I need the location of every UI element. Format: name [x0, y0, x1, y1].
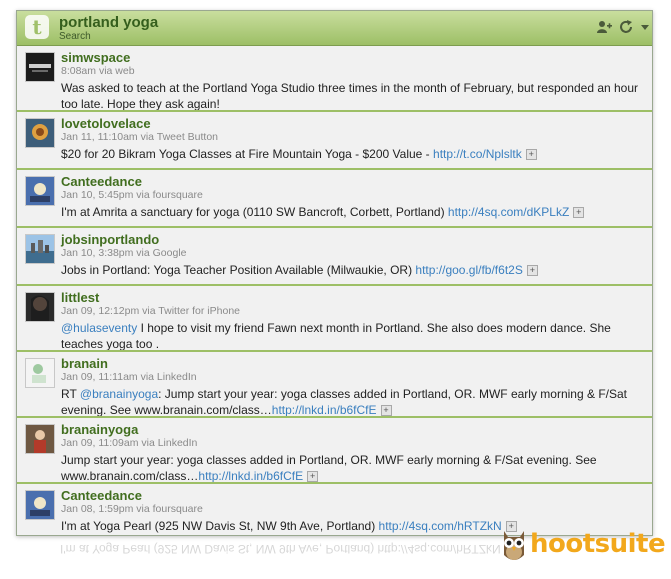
brand-name: hootsuite: [530, 529, 666, 559]
tweet-item[interactable]: Canteedance Jan 10, 5:45pm via foursquar…: [17, 170, 652, 228]
avatar[interactable]: [25, 234, 55, 264]
tweet-item[interactable]: simwspace 8:08am via web Was asked to te…: [17, 46, 652, 112]
tweet-text: $20 for 20 Bikram Yoga Classes at Fire M…: [61, 146, 642, 162]
search-column: t portland yoga Search simwspace 8:08am …: [16, 10, 653, 536]
tweet-text: I'm at Amrita a sanctuary for yoga (0110…: [61, 204, 642, 220]
tweet-username[interactable]: branainyoga: [61, 422, 642, 437]
tweet-meta: 8:08am via web: [61, 65, 135, 77]
expand-icon[interactable]: +: [307, 471, 319, 482]
column-title: portland yoga: [59, 14, 159, 31]
tweet-text: Was asked to teach at the Portland Yoga …: [61, 80, 642, 111]
tweet-message: I hope to visit my friend Fawn next mont…: [61, 321, 611, 351]
owl-icon: [504, 531, 524, 560]
tweet-text: Jobs in Portland: Yoga Teacher Position …: [61, 262, 642, 278]
twitter-bird-icon: t: [25, 15, 49, 39]
tweet-message: Was asked to teach at the Portland Yoga …: [61, 81, 639, 111]
tweet-username[interactable]: jobsinportlando: [61, 232, 642, 247]
dropdown-arrow-icon[interactable]: [640, 19, 650, 35]
tweet-item[interactable]: branain Jan 09, 11:11am via LinkedIn RT …: [17, 352, 652, 418]
column-header-actions: [596, 17, 650, 37]
avatar[interactable]: [25, 52, 55, 82]
reflection-text: I'm at Yoga Pearl (925 NW Davis St, NW 9…: [60, 542, 378, 556]
tweet-meta: Jan 09, 11:09am via LinkedIn: [61, 437, 198, 449]
expand-icon[interactable]: +: [525, 149, 537, 161]
tweet-message: Jobs in Portland: Yoga Teacher Position …: [61, 263, 416, 277]
tweet-link[interactable]: http://4sq.com/hRTZkN: [379, 519, 502, 533]
tweet-meta: Jan 08, 1:59pm via foursquare: [61, 503, 203, 515]
tweet-text: @hulaseventy I hope to visit my friend F…: [61, 320, 642, 351]
tweet-text: Jump start your year: yoga classes added…: [61, 452, 642, 483]
tweet-meta: Jan 10, 5:45pm via foursquare: [61, 189, 203, 201]
avatar[interactable]: [25, 358, 55, 388]
tweet-username[interactable]: lovetolovelace: [61, 116, 642, 131]
tweet-item[interactable]: littlest Jan 09, 12:12pm via Twitter for…: [17, 286, 652, 352]
hootsuite-logo: hootsuite: [500, 524, 666, 564]
avatar[interactable]: [25, 424, 55, 454]
tweet-mention[interactable]: @branainyoga: [80, 387, 158, 401]
tweet-link[interactable]: http://4sq.com/dKPLkZ: [448, 205, 569, 219]
tweet-item[interactable]: jobsinportlando Jan 10, 3:38pm via Googl…: [17, 228, 652, 286]
tweet-username[interactable]: simwspace: [61, 50, 642, 65]
tweet-message: $20 for 20 Bikram Yoga Classes at Fire M…: [61, 147, 434, 161]
tweet-prefix: RT: [61, 387, 80, 401]
avatar[interactable]: [25, 490, 55, 520]
column-subtitle: Search: [59, 31, 91, 42]
tweet-meta: Jan 11, 11:10am via Tweet Button: [61, 131, 219, 143]
column-header: t portland yoga Search: [17, 11, 652, 46]
tweet-meta: Jan 09, 11:11am via LinkedIn: [61, 371, 197, 383]
tweet-username[interactable]: branain: [61, 356, 642, 371]
tweet-message: Jump start your year: yoga classes added…: [61, 453, 597, 483]
tweet-link[interactable]: http://t.co/Nplsltk: [433, 147, 522, 161]
avatar[interactable]: [25, 292, 55, 322]
tweet-link[interactable]: http://lnkd.in/b6fCfE: [272, 403, 377, 416]
tweet-link[interactable]: http://lnkd.in/b6fCfE: [198, 469, 303, 482]
tweet-mention[interactable]: @hulaseventy: [61, 321, 137, 335]
expand-icon[interactable]: +: [380, 405, 392, 416]
tweet-username[interactable]: Canteedance: [61, 174, 642, 189]
refresh-icon[interactable]: [618, 19, 634, 35]
tweet-meta: Jan 09, 12:12pm via Twitter for iPhone: [61, 305, 240, 317]
tweet-username[interactable]: Canteedance: [61, 488, 642, 503]
tweet-item[interactable]: branainyoga Jan 09, 11:09am via LinkedIn…: [17, 418, 652, 484]
panel-reflection: I'm at Yoga Pearl (925 NW Davis St, NW 9…: [16, 536, 530, 556]
expand-icon[interactable]: +: [573, 207, 585, 219]
expand-icon[interactable]: +: [526, 265, 538, 277]
tweet-message: I'm at Amrita a sanctuary for yoga (0110…: [61, 205, 448, 219]
tweet-text: RT @branainyoga: Jump start your year: y…: [61, 386, 642, 416]
tweet-username[interactable]: littlest: [61, 290, 642, 305]
tweet-meta: Jan 10, 3:38pm via Google: [61, 247, 187, 259]
tweet-link[interactable]: http://goo.gl/fb/f6t2S: [415, 263, 522, 277]
reflection-link: http://4sq.com/hRTZkN: [377, 542, 501, 556]
add-user-icon[interactable]: [596, 19, 612, 35]
avatar[interactable]: [25, 118, 55, 148]
tweet-message: I'm at Yoga Pearl (925 NW Davis St, NW 9…: [61, 519, 379, 533]
avatar[interactable]: [25, 176, 55, 206]
tweet-item[interactable]: lovetolovelace Jan 11, 11:10am via Tweet…: [17, 112, 652, 170]
